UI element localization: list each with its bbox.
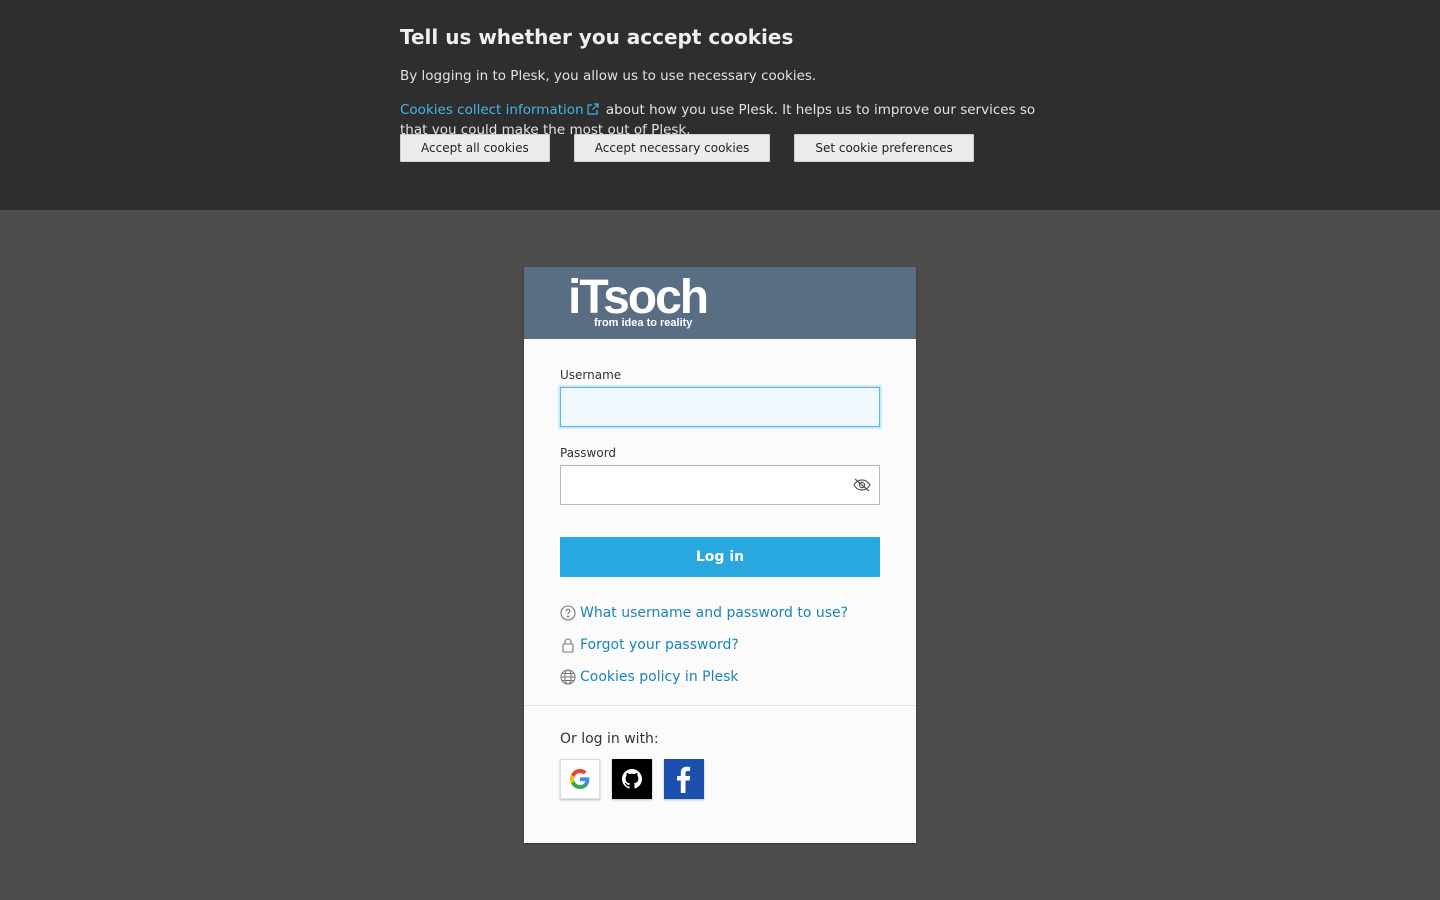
- accept-all-cookies-button[interactable]: Accept all cookies: [400, 134, 550, 162]
- cookie-banner-content: Tell us whether you accept cookies By lo…: [400, 24, 1040, 140]
- username-label: Username: [560, 368, 622, 382]
- cookies-info-link[interactable]: Cookies collect information: [400, 102, 602, 118]
- username-input[interactable]: [560, 387, 880, 427]
- login-form: Username Password Log in What username a…: [524, 339, 916, 693]
- globe-icon: [560, 669, 576, 685]
- cookie-banner-text: By logging in to Plesk, you allow us to …: [400, 68, 817, 84]
- external-link-icon: [586, 102, 600, 116]
- help-links: What username and password to use? Forgo…: [560, 597, 880, 693]
- card-header: iTsoch from idea to reality: [524, 267, 916, 339]
- forgot-link-row: Forgot your password?: [560, 629, 880, 661]
- password-field-wrapper: [560, 465, 880, 505]
- credentials-help-link[interactable]: What username and password to use?: [580, 605, 848, 621]
- facebook-icon: [677, 766, 691, 793]
- facebook-login-button[interactable]: [664, 759, 704, 799]
- help-link-row: What username and password to use?: [560, 597, 880, 629]
- github-login-button[interactable]: [612, 759, 652, 799]
- cookie-banner: Tell us whether you accept cookies By lo…: [0, 0, 1440, 210]
- cookie-banner-title: Tell us whether you accept cookies: [400, 25, 794, 49]
- social-buttons: [560, 759, 704, 799]
- cookies-policy-row: Cookies policy in Plesk: [560, 661, 880, 693]
- login-button[interactable]: Log in: [560, 537, 880, 577]
- card-divider: [524, 705, 916, 706]
- cookie-buttons: Accept all cookies Accept necessary cook…: [400, 134, 974, 162]
- lock-icon: [562, 638, 574, 653]
- login-card: iTsoch from idea to reality Username Pas…: [524, 267, 916, 843]
- social-login-label: Or log in with:: [560, 731, 659, 747]
- password-label: Password: [560, 446, 617, 460]
- forgot-password-link[interactable]: Forgot your password?: [580, 637, 739, 653]
- google-icon: [570, 769, 590, 789]
- password-input[interactable]: [560, 465, 880, 505]
- social-login: Or log in with:: [560, 729, 704, 799]
- question-circle-icon: [560, 605, 576, 621]
- logo-tagline: from idea to reality: [594, 317, 693, 329]
- eye-hidden-icon[interactable]: [852, 476, 872, 494]
- cookies-policy-link[interactable]: Cookies policy in Plesk: [580, 669, 738, 685]
- itsoch-logo: iTsoch from idea to reality: [568, 271, 709, 337]
- accept-necessary-cookies-button[interactable]: Accept necessary cookies: [573, 134, 771, 162]
- github-icon: [622, 769, 642, 789]
- cookie-preferences-button[interactable]: Set cookie preferences: [794, 134, 974, 162]
- cookies-info-link-label: Cookies collect information: [400, 102, 584, 118]
- google-login-button[interactable]: [560, 759, 600, 799]
